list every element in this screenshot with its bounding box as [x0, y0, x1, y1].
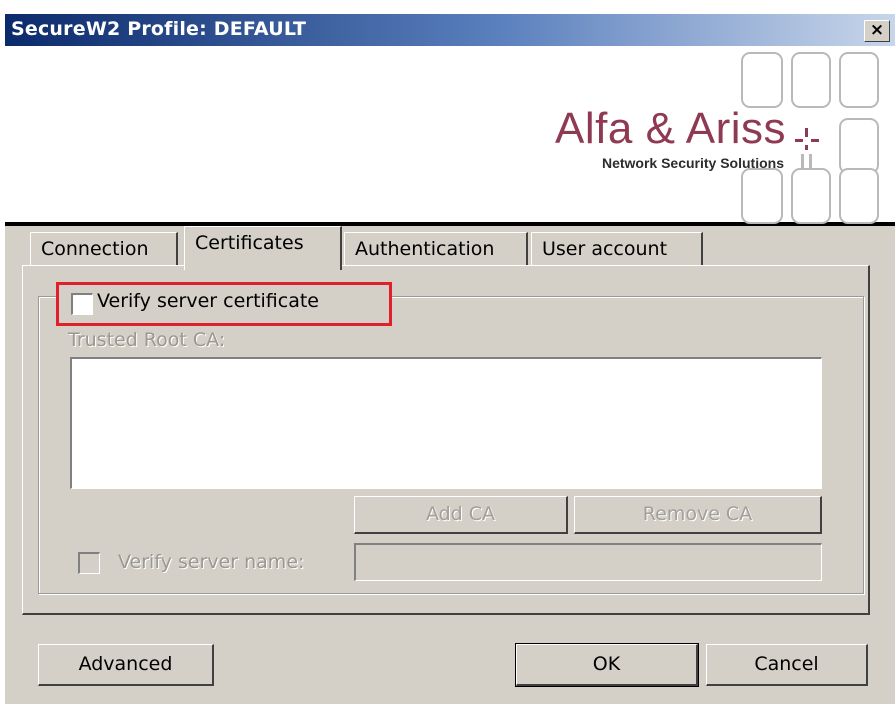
brand-tagline: Network Security Solutions: [601, 155, 784, 171]
advanced-button[interactable]: Advanced: [38, 644, 214, 686]
verify-server-certificate-checkbox[interactable]: [71, 293, 93, 315]
close-button[interactable]: ×: [864, 20, 890, 42]
brand-name: Alfa & Ariss: [555, 104, 786, 153]
decor-box: [791, 52, 831, 108]
ok-button[interactable]: OK: [515, 643, 699, 687]
tab-certificates[interactable]: Certificates: [184, 226, 342, 270]
title-bar[interactable]: SecureW2 Profile: DEFAULT ×: [5, 14, 895, 46]
verify-server-name-checkbox[interactable]: [78, 552, 100, 574]
decor-box: [741, 168, 783, 224]
verify-server-name-label: Verify server name:: [118, 551, 305, 573]
decor-box: [839, 118, 879, 174]
verify-server-certificate-highlight: Verify server certificate: [56, 282, 392, 326]
remove-ca-button[interactable]: Remove CA: [574, 496, 822, 534]
tab-user-account[interactable]: User account: [531, 232, 703, 266]
add-ca-button[interactable]: Add CA: [354, 496, 568, 534]
cancel-button[interactable]: Cancel: [706, 644, 868, 686]
decor-box: [839, 168, 879, 224]
decor-box: [839, 52, 879, 108]
brand-logo-icon: [795, 128, 819, 170]
decor-box: [741, 52, 783, 108]
window-title: SecureW2 Profile: DEFAULT: [11, 18, 307, 40]
trusted-root-ca-label: Trusted Root CA:: [68, 329, 226, 351]
trusted-root-ca-list[interactable]: [70, 357, 822, 489]
verify-server-certificate-label[interactable]: Verify server certificate: [97, 290, 319, 312]
tab-authentication[interactable]: Authentication: [344, 232, 528, 266]
brand-banner: Alfa & Ariss Network Security Solutions: [5, 46, 895, 226]
tab-connection[interactable]: Connection: [30, 232, 178, 266]
server-name-field[interactable]: [354, 543, 822, 581]
